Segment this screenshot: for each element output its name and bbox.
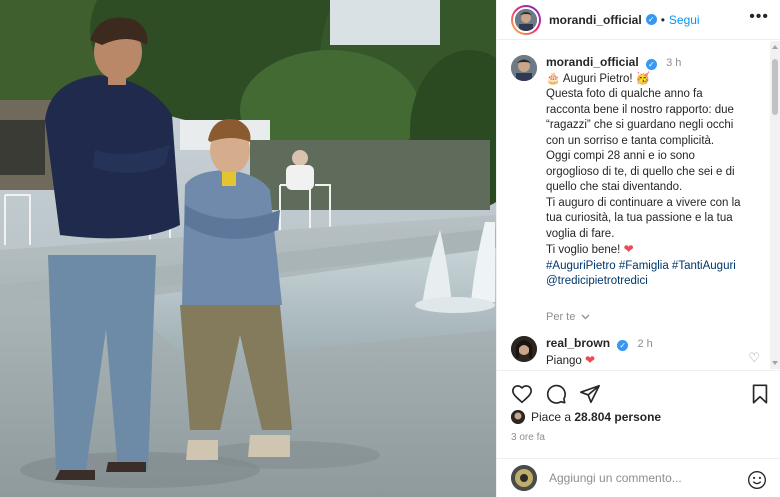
caption-author-avatar[interactable] (511, 55, 537, 81)
caption-mention[interactable]: @tredicipietrotredici (546, 274, 766, 290)
likes-count[interactable]: 28.804 (574, 410, 611, 424)
chevron-down-icon (581, 314, 590, 320)
comment-bubble-icon[interactable] (545, 383, 567, 405)
follow-button[interactable]: Segui (669, 13, 700, 27)
comments-scrollbar[interactable] (770, 41, 780, 369)
caption-line: “ragazzi” che si guardano negli occhi (546, 119, 734, 131)
author-avatar[interactable] (511, 4, 541, 35)
red-heart-icon: ❤ (585, 352, 596, 367)
more-horizontal-icon[interactable]: ••• (749, 9, 769, 25)
cake-emoji-icon: 🎂 (546, 72, 561, 85)
caption-line: orgoglioso di te, di quello che sei e di (546, 165, 735, 178)
caption-username[interactable]: morandi_official (546, 55, 639, 69)
scroll-thumb[interactable] (772, 59, 778, 115)
reply-author-avatar[interactable] (511, 336, 537, 362)
liker-avatar (511, 410, 525, 424)
author-username[interactable]: morandi_official (549, 13, 642, 27)
caption-line: voglia di fare. (546, 227, 615, 240)
caption-line: Ti auguro di continuare a vivere con la (546, 196, 741, 209)
caption-line: tua curiosità, la tua passione e la tua (546, 212, 733, 224)
likes-prefix: Piace a (531, 410, 572, 424)
caption-closing-line: Ti voglio bene! ❤ (546, 242, 766, 259)
caption-closing: Ti voglio bene! (546, 244, 621, 256)
like-comment-heart-icon[interactable]: ♡ (748, 350, 760, 366)
post-actions-bar (497, 370, 780, 415)
red-heart-icon: ❤ (623, 242, 634, 256)
caption-comment: morandi_official ✓ 3 h 🎂 Auguri Pietro! … (511, 55, 766, 325)
verified-badge-icon: ✓ (617, 340, 629, 351)
add-comment-bar (497, 458, 780, 497)
likes-count-text: Piace a 28.804 persone (531, 410, 661, 424)
smiley-icon[interactable] (747, 470, 767, 490)
post-time-ago[interactable]: 3 ore fa (511, 432, 545, 443)
reply-text: Piango (546, 354, 582, 367)
caption-greeting: Auguri Pietro! (562, 72, 633, 85)
post-photo (0, 0, 496, 497)
verified-badge-icon: ✓ (645, 59, 657, 70)
add-comment-input[interactable] (549, 471, 729, 485)
viewer-avatar (511, 465, 537, 491)
likes-row[interactable]: Piace a 28.804 persone (511, 410, 661, 424)
separator-dot: • (660, 12, 665, 27)
bookmark-icon[interactable] (749, 383, 771, 405)
caption-line: Questa foto di qualche anno fa (546, 88, 703, 100)
caption-line: racconta bene il nostro rapporto: due (546, 103, 734, 116)
reply-time[interactable]: 2 h (637, 338, 652, 350)
photo-illustration (0, 0, 496, 497)
see-translation-link[interactable]: Per te (546, 310, 766, 326)
verified-badge-icon: ✓ (645, 14, 657, 25)
caption-line: con un sorriso e tanta complicità. (546, 134, 715, 147)
caption-greeting-line: 🎂 Auguri Pietro! 🥳 (546, 72, 766, 88)
caption-time[interactable]: 3 h (666, 57, 681, 69)
post-header: morandi_official ✓ • Segui ••• (497, 0, 780, 40)
caption-line: Oggi compi 28 anni e io sono (546, 150, 695, 162)
scroll-down-arrow-icon[interactable] (772, 361, 778, 365)
comments-list: morandi_official ✓ 3 h 🎂 Auguri Pietro! … (497, 41, 769, 369)
reply-comment: real_brown ✓ 2 h Piango ❤ ♡ (511, 336, 766, 369)
heart-outline-icon[interactable] (511, 383, 533, 405)
author-avatar-image (513, 6, 539, 33)
caption-hashtags[interactable]: #AuguriPietro #Famiglia #TantiAuguri (546, 259, 766, 275)
reply-username[interactable]: real_brown (546, 336, 610, 350)
party-emoji-icon: 🥳 (635, 72, 651, 85)
caption-line: quello che stai diventando. (546, 181, 683, 193)
likes-suffix[interactable]: persone (614, 410, 661, 424)
post-sidebar: morandi_official ✓ • Segui ••• morandi_o… (496, 0, 780, 497)
scroll-up-arrow-icon[interactable] (772, 45, 778, 49)
paper-plane-icon[interactable] (579, 383, 601, 405)
see-translation-label: Per te (546, 310, 576, 323)
